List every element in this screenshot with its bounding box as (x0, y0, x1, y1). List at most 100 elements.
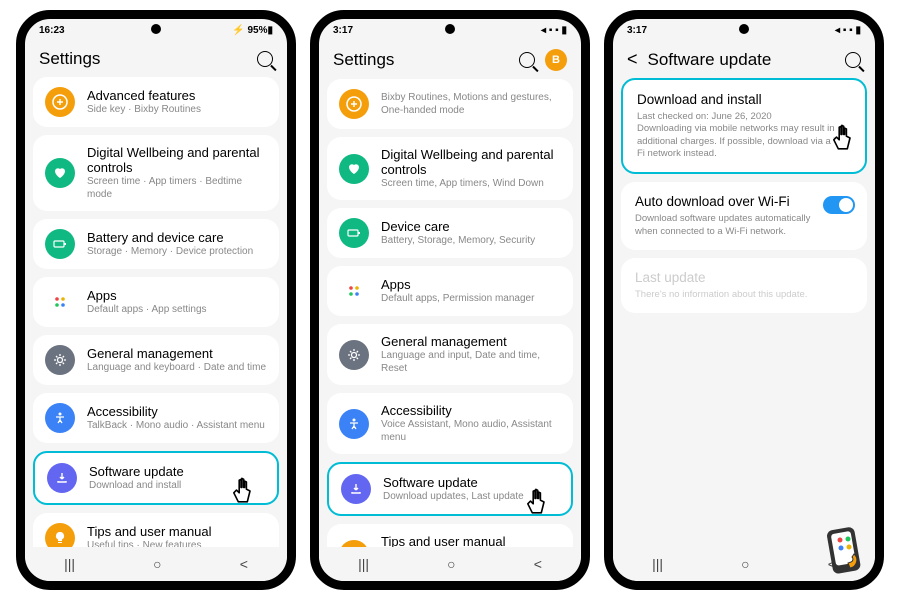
card-1: Digital Wellbeing and parental controls … (33, 135, 279, 211)
item-text: Digital Wellbeing and parental controls … (87, 145, 267, 201)
card-6: Software update Download and install (33, 451, 279, 505)
item-subtitle: Download and install (89, 479, 265, 492)
item-text: Tips and user manual Discover, Get more … (381, 534, 561, 547)
wifi-toggle[interactable] (823, 196, 855, 214)
settings-item[interactable]: General management Language and input, D… (327, 324, 573, 385)
settings-item[interactable]: Apps Default apps, Permission manager (327, 266, 573, 316)
item-subtitle: TalkBack · Mono audio · Assistant menu (87, 419, 267, 432)
card-4: General management Language and keyboard… (33, 335, 279, 385)
settings-item[interactable]: Digital Wellbeing and parental controls … (33, 135, 279, 211)
bulb-icon (45, 523, 75, 547)
item-title: Software update (89, 464, 265, 479)
page-title: Software update (648, 50, 835, 70)
item-title: Accessibility (87, 404, 267, 419)
nav-back[interactable]: < (240, 556, 248, 572)
item-title: General management (87, 346, 267, 361)
phone-0: 16:23 ⚡ 95%▮ Settings Advanced features … (16, 10, 296, 590)
screen: 3:17 ◂ ▪ ▪ ▮ Settings B Bixby Routines, … (319, 19, 581, 581)
settings-item[interactable]: Bixby Routines, Motions and gestures, On… (327, 79, 573, 129)
battery-icon (45, 229, 75, 259)
access-icon (45, 403, 75, 433)
settings-item[interactable]: General management Language and keyboard… (33, 335, 279, 385)
page-title: Settings (39, 49, 247, 69)
battery-icon (339, 218, 369, 248)
status-time: 16:23 (39, 25, 65, 36)
nav-home[interactable]: ○ (741, 556, 749, 572)
item-text: Software update Download updates, Last u… (383, 475, 559, 503)
nav-bar: ||| ○ < (25, 547, 287, 581)
status-indicators: ◂ ▪ ▪ ▮ (835, 25, 861, 36)
item-subtitle: There's no information about this update… (635, 289, 807, 301)
item-title: Software update (383, 475, 559, 490)
item-text: Battery and device care Storage · Memory… (87, 230, 267, 258)
item-title: Apps (381, 277, 561, 292)
item-text: Software update Download and install (89, 464, 265, 492)
access-icon (339, 409, 369, 439)
settings-item[interactable]: Advanced features Side key · Bixby Routi… (33, 77, 279, 127)
item-text: Device care Battery, Storage, Memory, Se… (381, 219, 561, 247)
update-icon (341, 474, 371, 504)
item-subtitle: Language and keyboard · Date and time (87, 361, 267, 374)
card-0: Bixby Routines, Motions and gestures, On… (327, 79, 573, 129)
plus-icon (339, 89, 369, 119)
camera-notch (151, 24, 161, 34)
settings-item[interactable]: Digital Wellbeing and parental controls … (327, 137, 573, 200)
settings-item[interactable]: Software update Download and install (35, 453, 277, 503)
plus-icon (45, 87, 75, 117)
back-button[interactable]: < (627, 49, 638, 70)
nav-recents[interactable]: ||| (358, 556, 369, 572)
item-title: Battery and device care (87, 230, 267, 245)
settings-item[interactable]: Accessibility TalkBack · Mono audio · As… (33, 393, 279, 443)
apps-icon (45, 287, 75, 317)
page-title: Settings (333, 50, 509, 70)
card-1: Digital Wellbeing and parental controls … (327, 137, 573, 200)
apps-icon (339, 276, 369, 306)
settings-item[interactable]: Accessibility Voice Assistant, Mono audi… (327, 393, 573, 454)
settings-list: Advanced features Side key · Bixby Routi… (25, 77, 287, 547)
item-text: General management Language and keyboard… (87, 346, 267, 374)
settings-item[interactable]: Device care Battery, Storage, Memory, Se… (327, 208, 573, 258)
item-title: Tips and user manual (87, 524, 267, 539)
nav-back[interactable]: < (534, 556, 542, 572)
nav-home[interactable]: ○ (447, 556, 455, 572)
settings-item[interactable]: Battery and device care Storage · Memory… (33, 219, 279, 269)
settings-item[interactable]: Tips and user manual Useful tips · New f… (33, 513, 279, 547)
item-title: Digital Wellbeing and parental controls (87, 145, 267, 175)
settings-item[interactable]: Tips and user manual Discover, Get more … (327, 524, 573, 547)
card-2: Battery and device care Storage · Memory… (33, 219, 279, 269)
card-4: General management Language and input, D… (327, 324, 573, 385)
card-2: Last update There's no information about… (621, 258, 867, 313)
card-5: Accessibility Voice Assistant, Mono audi… (327, 393, 573, 454)
update-item: Last update There's no information about… (621, 258, 867, 313)
screen: 3:17 ◂ ▪ ▪ ▮ < Software update Download … (613, 19, 875, 581)
item-text: Tips and user manual Useful tips · New f… (87, 524, 267, 547)
search-icon[interactable] (519, 52, 535, 68)
item-title: Accessibility (381, 403, 561, 418)
profile-avatar[interactable]: B (545, 49, 567, 71)
nav-recents[interactable]: ||| (64, 556, 75, 572)
card-5: Accessibility TalkBack · Mono audio · As… (33, 393, 279, 443)
update-item[interactable]: Auto download over Wi-Fi Download softwa… (621, 182, 867, 250)
settings-item[interactable]: Apps Default apps · App settings (33, 277, 279, 327)
heart-icon (339, 154, 369, 184)
item-text: Advanced features Side key · Bixby Routi… (87, 88, 267, 116)
item-subtitle: Bixby Routines, Motions and gestures, On… (381, 91, 561, 117)
update-icon (47, 463, 77, 493)
settings-item[interactable]: Software update Download updates, Last u… (329, 464, 571, 514)
nav-home[interactable]: ○ (153, 556, 161, 572)
gear-icon (45, 345, 75, 375)
item-subtitle: Side key · Bixby Routines (87, 103, 267, 116)
nav-recents[interactable]: ||| (652, 556, 663, 572)
item-subtitle: Useful tips · New features (87, 539, 267, 547)
item-title: Last update (635, 270, 706, 285)
header: Settings (25, 41, 287, 77)
screen: 16:23 ⚡ 95%▮ Settings Advanced features … (25, 19, 287, 581)
item-subtitle: Storage · Memory · Device protection (87, 245, 267, 258)
bulb-icon (339, 540, 369, 548)
item-text: General management Language and input, D… (381, 334, 561, 375)
search-icon[interactable] (257, 51, 273, 67)
item-text: Digital Wellbeing and parental controls … (381, 147, 561, 190)
update-item[interactable]: Download and install Last checked on: Ju… (623, 80, 865, 172)
search-icon[interactable] (845, 52, 861, 68)
item-title: Tips and user manual (381, 534, 561, 547)
